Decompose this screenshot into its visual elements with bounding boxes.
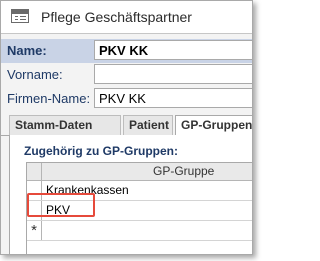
firmen-name-label: Firmen-Name: bbox=[7, 91, 91, 106]
window-title: Pflege Geschäftspartner bbox=[41, 9, 192, 25]
highlight-box bbox=[27, 193, 95, 217]
column-header-gp-gruppe[interactable]: GP-Gruppe bbox=[153, 164, 214, 178]
tab-patient[interactable]: Patient bbox=[123, 115, 173, 135]
new-record-row[interactable]: * bbox=[27, 221, 252, 241]
vorname-field[interactable] bbox=[94, 64, 252, 84]
name-label: Name: bbox=[7, 43, 47, 58]
tab-stamm-daten[interactable]: Stamm-Daten bbox=[9, 115, 121, 135]
name-field[interactable]: PKV KK bbox=[94, 40, 252, 60]
grid-header: GP-Gruppe bbox=[27, 163, 252, 181]
firmen-name-row: Firmen-Name: PKV KK bbox=[1, 87, 252, 111]
form-icon bbox=[11, 9, 29, 23]
tab-bar: Stamm-Daten Patient GP-Gruppen / -Syn bbox=[1, 113, 252, 138]
firmen-name-field[interactable]: PKV KK bbox=[94, 88, 252, 108]
section-label: Zugehörig zu GP-Gruppen: bbox=[24, 144, 178, 158]
vorname-row: Vorname: bbox=[1, 63, 252, 87]
vorname-label: Vorname: bbox=[7, 67, 63, 82]
title-bar: Pflege Geschäftspartner bbox=[1, 1, 252, 34]
name-row: Name: PKV KK bbox=[1, 39, 252, 63]
select-all-cell[interactable] bbox=[27, 163, 42, 180]
new-record-marker[interactable]: * bbox=[27, 221, 42, 240]
